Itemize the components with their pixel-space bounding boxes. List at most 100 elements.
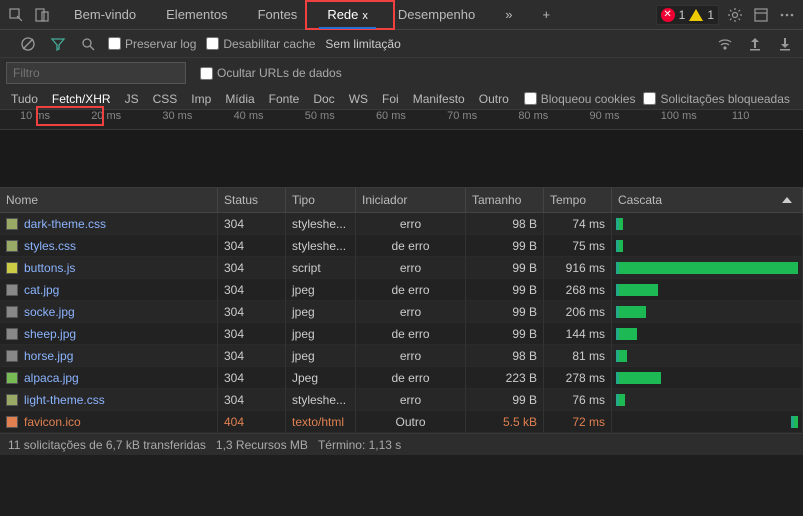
cell-waterfall[interactable] — [612, 323, 803, 345]
tab-welcome[interactable]: Bem-vindo — [66, 1, 144, 28]
tick: 20 ms — [91, 110, 162, 129]
cell-initiator[interactable]: erro — [356, 257, 466, 279]
cell-initiator[interactable]: erro — [356, 213, 466, 235]
tab-performance[interactable]: Desempenho — [390, 1, 483, 28]
tick: 10 ms — [20, 110, 91, 129]
cell-type: script — [286, 257, 356, 279]
download-icon[interactable] — [775, 34, 795, 54]
resource-type-filters: Tudo Fetch/XHR JS CSS Imp Mídia Fonte Do… — [0, 88, 803, 110]
dock-icon[interactable] — [751, 5, 771, 25]
warning-count: 1 — [707, 8, 714, 22]
hide-data-urls-checkbox[interactable]: Ocultar URLs de dados — [200, 66, 342, 80]
col-status[interactable]: Status — [218, 188, 286, 213]
tab-elements[interactable]: Elementos — [158, 1, 235, 28]
cell-waterfall[interactable] — [612, 213, 803, 235]
blocked-requests-checkbox[interactable]: Solicitações bloqueadas — [643, 92, 789, 106]
type-wasm[interactable]: Foi — [375, 90, 406, 108]
wifi-icon[interactable] — [715, 34, 735, 54]
cell-waterfall[interactable] — [612, 345, 803, 367]
type-ws[interactable]: WS — [342, 90, 375, 108]
col-name[interactable]: Nome — [0, 188, 218, 213]
device-icon[interactable] — [32, 5, 52, 25]
kebab-icon[interactable] — [777, 5, 797, 25]
col-size[interactable]: Tamanho — [466, 188, 544, 213]
cell-initiator[interactable]: erro — [356, 345, 466, 367]
type-doc[interactable]: Doc — [306, 90, 341, 108]
cell-waterfall[interactable] — [612, 301, 803, 323]
cell-waterfall[interactable] — [612, 367, 803, 389]
cell-status: 304 — [218, 279, 286, 301]
cell-initiator[interactable]: de erro — [356, 323, 466, 345]
cell-waterfall[interactable] — [612, 389, 803, 411]
type-css[interactable]: CSS — [146, 90, 185, 108]
panel-tabs: Bem-vindo Elementos Fontes Redex Desempe… — [66, 1, 650, 28]
col-waterfall-label: Cascata — [618, 193, 662, 207]
cell-waterfall[interactable] — [612, 411, 803, 433]
tick: 60 ms — [376, 110, 447, 129]
upload-icon[interactable] — [745, 34, 765, 54]
cell-name[interactable]: styles.css — [0, 235, 218, 257]
cell-size: 98 B — [466, 345, 544, 367]
cell-status: 304 — [218, 213, 286, 235]
cell-initiator[interactable]: de erro — [356, 279, 466, 301]
cell-status: 304 — [218, 235, 286, 257]
throttling-select[interactable]: Sem limitação — [325, 37, 400, 51]
col-type[interactable]: Tipo — [286, 188, 356, 213]
cell-waterfall[interactable] — [612, 235, 803, 257]
cell-time: 81 ms — [544, 345, 612, 367]
cell-name[interactable]: cat.jpg — [0, 279, 218, 301]
cell-name[interactable]: sheep.jpg — [0, 323, 218, 345]
timeline-ruler[interactable]: 10 ms 20 ms 30 ms 40 ms 50 ms 60 ms 70 m… — [0, 110, 803, 130]
close-icon[interactable]: x — [362, 10, 368, 22]
cell-name[interactable]: light-theme.css — [0, 389, 218, 411]
tab-add[interactable]: + — [534, 1, 558, 28]
type-js[interactable]: JS — [118, 90, 146, 108]
cell-name[interactable]: horse.jpg — [0, 345, 218, 367]
type-manifest[interactable]: Manifesto — [406, 90, 472, 108]
clear-icon[interactable] — [18, 34, 38, 54]
warning-badge-icon — [689, 9, 703, 21]
type-media[interactable]: Mídia — [218, 90, 261, 108]
col-waterfall[interactable]: Cascata — [612, 188, 803, 213]
cell-initiator[interactable]: erro — [356, 389, 466, 411]
cell-name[interactable]: buttons.js — [0, 257, 218, 279]
col-time[interactable]: Tempo — [544, 188, 612, 213]
preserve-log-checkbox[interactable]: Preservar log — [108, 37, 196, 51]
cell-type: jpeg — [286, 301, 356, 323]
tick: 50 ms — [305, 110, 376, 129]
cell-initiator[interactable]: de erro — [356, 235, 466, 257]
cell-initiator[interactable]: Outro — [356, 411, 466, 433]
filter-input[interactable] — [6, 62, 186, 84]
cell-name[interactable]: socke.jpg — [0, 301, 218, 323]
tab-sources[interactable]: Fontes — [250, 1, 306, 28]
type-other[interactable]: Outro — [472, 90, 516, 108]
cell-size: 99 B — [466, 301, 544, 323]
col-initiator[interactable]: Iniciador — [356, 188, 466, 213]
cell-initiator[interactable]: de erro — [356, 367, 466, 389]
cell-size: 223 B — [466, 367, 544, 389]
type-font[interactable]: Fonte — [262, 90, 307, 108]
gear-icon[interactable] — [725, 5, 745, 25]
cell-name[interactable]: alpaca.jpg — [0, 367, 218, 389]
cell-name[interactable]: dark-theme.css — [0, 213, 218, 235]
tab-network[interactable]: Redex — [319, 1, 376, 28]
cell-size: 99 B — [466, 279, 544, 301]
cell-status: 304 — [218, 389, 286, 411]
cell-waterfall[interactable] — [612, 257, 803, 279]
issue-badges[interactable]: ✕1 1 — [656, 5, 719, 25]
disable-cache-checkbox[interactable]: Desabilitar cache — [206, 37, 315, 51]
type-img[interactable]: Imp — [184, 90, 218, 108]
cell-status: 304 — [218, 367, 286, 389]
overview-pane[interactable] — [0, 130, 803, 188]
search-icon[interactable] — [78, 34, 98, 54]
inspect-icon[interactable] — [6, 5, 26, 25]
cell-waterfall[interactable] — [612, 279, 803, 301]
cell-initiator[interactable]: erro — [356, 301, 466, 323]
filter-icon[interactable] — [48, 34, 68, 54]
blocked-cookies-checkbox[interactable]: Bloqueou cookies — [524, 92, 636, 106]
tabs-overflow[interactable]: » — [497, 1, 520, 28]
type-fetch-xhr[interactable]: Fetch/XHR — [45, 90, 118, 108]
cell-name[interactable]: favicon.ico — [0, 411, 218, 433]
cell-type: texto/html — [286, 411, 356, 433]
type-all[interactable]: Tudo — [4, 90, 45, 108]
